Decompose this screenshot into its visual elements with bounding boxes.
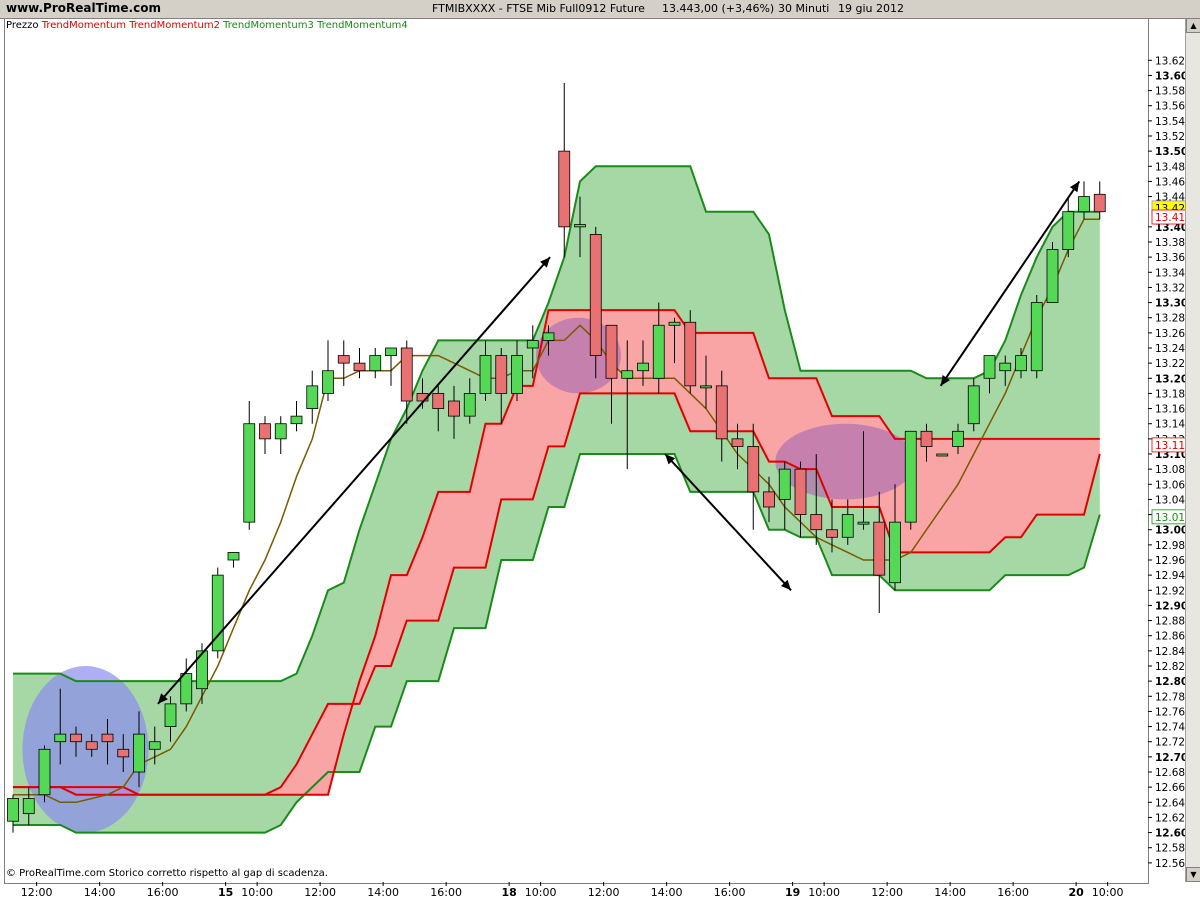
candle-body	[70, 733, 82, 743]
candle-body	[432, 393, 445, 409]
candle-body	[621, 370, 634, 379]
x-tick-label: 12:00	[871, 886, 903, 899]
candle-body	[668, 321, 681, 326]
candle-body	[7, 798, 19, 822]
candle-body	[1015, 355, 1027, 372]
candle-body	[227, 552, 240, 561]
scroll-up-icon[interactable]: ▲	[1186, 18, 1200, 33]
candle-body	[306, 385, 319, 409]
candle-body	[558, 150, 571, 228]
candle-body	[400, 347, 413, 402]
candle-body	[747, 446, 760, 493]
x-tick-label: 12:00	[304, 886, 336, 899]
legend-item-prezzo: Prezzo	[6, 20, 39, 31]
candle-body	[574, 224, 586, 228]
candle-body	[652, 324, 665, 379]
candlestick-chart[interactable]: 13.62013.60013.58013.56013.54013.52013.5…	[0, 0, 1200, 900]
candle-body	[101, 733, 114, 743]
legend: Prezzo TrendMomentum TrendMomentum2 Tren…	[6, 20, 408, 31]
candle-body	[542, 332, 555, 341]
x-tick-label: 15	[218, 886, 233, 899]
x-tick-label: 10:00	[808, 886, 840, 899]
candle-body	[54, 733, 67, 743]
candle-body	[936, 453, 949, 457]
candle-body	[715, 385, 728, 440]
candle-body	[857, 521, 870, 525]
x-tick-label: 12:00	[21, 886, 53, 899]
candle-body	[684, 321, 697, 387]
x-tick-label: 16:00	[430, 886, 462, 899]
x-tick-label: 14:00	[84, 886, 116, 899]
candle-body	[810, 514, 823, 531]
candle-body	[1062, 211, 1075, 250]
candle-body	[920, 430, 933, 447]
candle-body	[526, 340, 539, 349]
x-tick-label: 14:00	[934, 886, 966, 899]
x-tick-label: 10:00	[241, 886, 273, 899]
candle-body	[1046, 249, 1059, 303]
x-tick-label: 20	[1068, 886, 1084, 899]
candle-body	[164, 703, 177, 727]
candle-body	[1030, 302, 1043, 372]
candle-body	[952, 430, 964, 447]
candle-body	[826, 529, 838, 538]
x-tick-label: 14:00	[367, 886, 399, 899]
x-tick-label: 14:00	[651, 886, 683, 899]
candle-body	[1093, 193, 1106, 213]
x-tick-label: 16:00	[997, 886, 1029, 899]
legend-item-trendmomentum3: TrendMomentum3	[223, 20, 314, 31]
candle-body	[85, 741, 98, 750]
legend-item-trendmomentum2: TrendMomentum2	[129, 20, 220, 31]
candle-body	[763, 491, 775, 508]
candle-body	[999, 362, 1012, 372]
candle-body	[322, 370, 334, 394]
candle-body	[1078, 196, 1090, 213]
x-tick-label: 18	[501, 886, 516, 899]
legend-item-trendmomentum: TrendMomentum	[41, 20, 127, 31]
candle-body	[479, 355, 492, 394]
candle-body	[983, 355, 996, 379]
x-tick-label: 10:00	[1092, 886, 1124, 899]
candle-body	[369, 355, 382, 372]
candle-body	[290, 415, 303, 425]
candle-body	[794, 468, 807, 515]
x-tick-label: 12:00	[588, 886, 620, 899]
x-tick-label: 16:00	[714, 886, 746, 899]
legend-item-trendmomentum4: TrendMomentum4	[317, 20, 408, 31]
x-tick-label: 10:00	[525, 886, 557, 899]
candle-body	[637, 362, 649, 372]
candle-body	[117, 748, 130, 758]
candle-body	[873, 521, 886, 576]
x-tick-label: 16:00	[147, 886, 179, 899]
candle-body	[180, 673, 193, 705]
candle-body	[967, 385, 980, 425]
candle-body	[511, 355, 523, 394]
candle-body	[337, 355, 350, 364]
candle-body	[904, 430, 917, 523]
candle-body	[133, 733, 145, 773]
candle-body	[148, 741, 161, 750]
candle-body	[589, 234, 602, 356]
candle-body	[700, 385, 712, 389]
candle-body	[243, 423, 256, 523]
scroll-down-icon[interactable]: ▼	[1186, 867, 1200, 882]
candle-body	[385, 347, 397, 356]
candle-body	[463, 393, 476, 417]
candle-body	[448, 400, 460, 417]
candle-body	[495, 355, 508, 394]
candle-body	[731, 438, 744, 447]
candle-body	[889, 521, 901, 584]
copyright-footer: © ProRealTime.com Storico corretto rispe…	[6, 868, 328, 879]
candle-body	[778, 468, 791, 500]
candle-body	[353, 362, 366, 372]
candle-body	[274, 423, 287, 440]
vertical-scrollbar[interactable]: ▲ ▼	[1185, 18, 1200, 882]
candle-body	[841, 514, 854, 538]
candle-body	[38, 748, 51, 796]
candle-body	[605, 324, 618, 379]
candle-body	[259, 423, 271, 440]
arrowhead-2-1	[1069, 181, 1080, 193]
x-tick-label: 19	[785, 886, 800, 899]
candle-body	[22, 798, 35, 815]
